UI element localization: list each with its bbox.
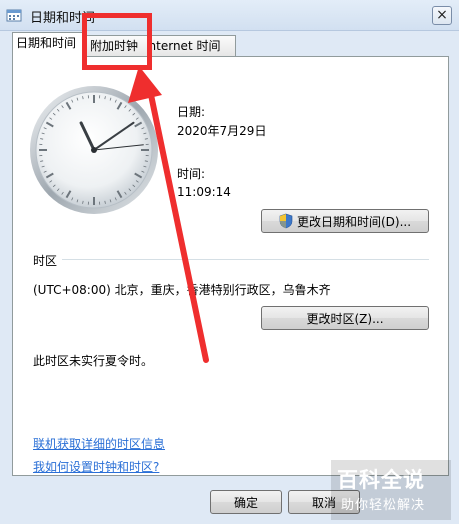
- watermark-subtitle: 助你轻松解决: [341, 498, 426, 513]
- tab-strip: 日期和时间 附加时钟 Internet 时间: [0, 30, 459, 58]
- calendar-clock-icon: [6, 9, 22, 22]
- date-value: 2020年7月29日: [177, 124, 267, 138]
- change-timezone-button[interactable]: 更改时区(Z)...: [261, 306, 429, 330]
- clock-center: [91, 147, 97, 153]
- dst-note: 此时区未实行夏令时。: [33, 354, 154, 368]
- timezone-section-label: 时区: [33, 254, 58, 268]
- title-bar: 日期和时间 ×: [0, 0, 459, 31]
- timezone-value: (UTC+08:00) 北京，重庆，香港特别行政区，乌鲁木齐: [33, 283, 331, 297]
- time-value: 11:09:14: [177, 185, 231, 199]
- annotation-highlight-box: [82, 13, 152, 70]
- uac-shield-icon: [279, 213, 293, 229]
- timezone-separator: [62, 259, 429, 260]
- close-button[interactable]: ×: [432, 6, 452, 25]
- close-icon: ×: [436, 7, 448, 23]
- tab-date-and-time[interactable]: 日期和时间: [12, 32, 84, 57]
- change-date-time-label: 更改日期和时间(D)...: [296, 215, 412, 229]
- ok-button[interactable]: 确定: [210, 490, 282, 514]
- watermark-title: 百科全说: [337, 468, 425, 492]
- time-label: 时间:: [177, 167, 206, 181]
- date-label: 日期:: [177, 105, 206, 119]
- online-timezone-info-link[interactable]: 联机获取详细的时区信息: [33, 435, 165, 452]
- change-date-time-button[interactable]: 更改日期和时间(D)...: [261, 209, 429, 233]
- tab-internet-time[interactable]: Internet 时间: [148, 35, 236, 56]
- watermark: 百科全说 助你轻松解决: [331, 460, 451, 520]
- analog-clock: [30, 86, 158, 214]
- how-to-set-clock-link[interactable]: 我如何设置时钟和时区?: [33, 458, 159, 475]
